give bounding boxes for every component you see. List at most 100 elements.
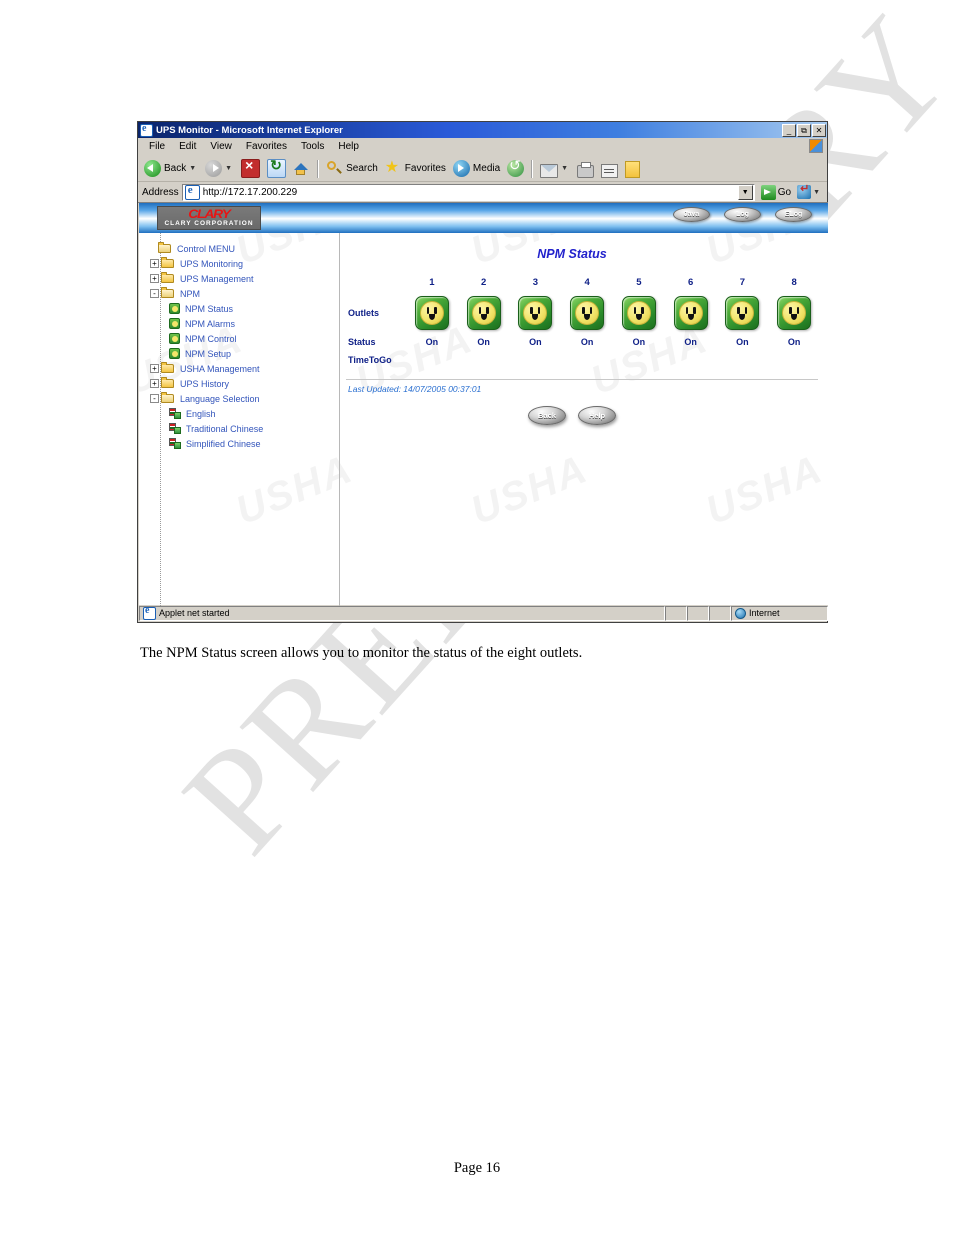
tree-item-ups-monitoring[interactable]: + UPS Monitoring [147,256,339,271]
menu-item-edit[interactable]: Edit [172,140,203,153]
back-button[interactable]: Back ▼ [141,158,201,179]
outlet-cell[interactable] [717,296,769,330]
go-arrow-icon [760,184,776,200]
go-button[interactable]: Go [758,184,794,200]
tree-item-label: Traditional Chinese [186,423,264,434]
mail-dropdown-icon[interactable]: ▼ [561,165,568,172]
restore-button[interactable]: ⧉ [797,123,811,137]
outlet-status-value: On [632,337,646,347]
outlet-cell[interactable] [768,296,820,330]
media-button[interactable]: Media [450,158,503,179]
tree-item-npm-status[interactable]: NPM Status [147,301,339,316]
status-message: Applet net started [159,608,230,618]
outlet-icon [518,296,553,330]
npm-status-panel: NPM Status 1 2 3 4 5 6 7 8 Outlets Statu… [340,233,828,606]
tree-collapse-icon[interactable]: - [150,394,159,403]
menu-item-view[interactable]: View [203,140,239,153]
folder-icon [161,377,175,389]
back-dropdown-icon[interactable]: ▼ [189,165,196,172]
outlet-status-value: On [425,337,439,347]
tree-item-label: UPS History [180,378,230,389]
folder-icon [161,257,175,269]
outlet-cell[interactable] [561,296,613,330]
print-button[interactable] [574,160,597,178]
elog-button[interactable]: ELog [775,207,812,222]
site-banner: CLARY CLARY CORPORATION Java Log ELog [139,203,828,233]
history-icon [507,157,525,177]
outlet-slot-right [796,307,800,314]
tree-item-usha-management[interactable]: + USHA Management [147,361,339,376]
back-page-button[interactable]: Back [528,406,566,425]
outlet-status-value: On [736,337,749,347]
tree-item-ups-history[interactable]: + UPS History [147,376,339,391]
notes-button[interactable] [622,158,643,179]
tree-item-npm-control[interactable]: NPM Control [147,331,339,346]
menu-item-help[interactable]: Help [331,140,366,153]
outlet-ground-hole [480,314,487,320]
folder-open-icon [161,392,175,404]
links-button[interactable]: ▼ [797,182,825,199]
outlet-face [626,301,651,325]
page-body: Control MENU + UPS Monitoring + UPS Mana… [139,233,828,606]
tree-expand-icon[interactable]: + [150,274,159,283]
menu-item-tools[interactable]: Tools [294,140,331,153]
flag-icon [169,438,181,449]
outlet-face [782,301,807,325]
menu-item-file[interactable]: File [142,140,172,153]
tree-item-ups-management[interactable]: + UPS Management [147,271,339,286]
forward-button[interactable]: ▼ [202,158,237,179]
tree-item-npm[interactable]: - NPM [147,286,339,301]
stop-button[interactable] [238,157,263,180]
outlet-cell[interactable] [406,296,458,330]
outlet-cell[interactable] [613,296,665,330]
tree-item-language-selection[interactable]: - Language Selection [147,391,339,406]
outlet-ground-hole [739,314,746,320]
outlet-cell[interactable] [458,296,510,330]
outlet-status-table: 1 2 3 4 5 6 7 8 Outlets Status On On On … [340,277,828,367]
help-button[interactable]: Help [578,406,616,425]
edit-page-icon [601,163,619,178]
history-button[interactable] [504,157,527,179]
flag-icon [169,423,181,434]
outlet-timetogo-value [458,347,510,367]
outlet-icon [414,296,449,330]
tree-expand-icon[interactable]: + [150,379,159,388]
home-button[interactable] [290,158,313,179]
forward-dropdown-icon[interactable]: ▼ [225,165,232,172]
outlet-cell[interactable] [510,296,562,330]
security-zone-pane[interactable]: Internet [731,605,828,621]
back-button-label: Back [164,163,187,174]
mail-button[interactable]: ▼ [537,160,573,178]
outlet-cell[interactable] [665,296,717,330]
back-arrow-icon [144,160,161,177]
menu-item-favorites[interactable]: Favorites [239,140,294,153]
edit-button[interactable] [598,160,621,178]
search-button[interactable]: Search [323,158,381,179]
tree-collapse-icon[interactable]: - [150,289,159,298]
status-row-label: Status [348,337,376,347]
close-button[interactable]: ✕ [812,123,826,137]
outlet-face [523,301,548,325]
tree-item-npm-alarms[interactable]: NPM Alarms [147,316,339,331]
java-button[interactable]: Java [673,207,710,222]
tree-expand-icon[interactable]: + [150,259,159,268]
tree-expand-icon[interactable]: + [150,364,159,373]
tree-item-label: Control MENU [177,243,236,254]
tree-item-simplified-chinese[interactable]: Simplified Chinese [147,436,339,451]
address-input[interactable]: http://172.17.200.229 ▼ [181,183,755,201]
outlet-icon [169,303,180,314]
window-title: UPS Monitor - Microsoft Internet Explore… [156,124,343,136]
outlet-timetogo-value [561,347,613,367]
outlet-slot-left [426,307,430,314]
tree-item-traditional-chinese[interactable]: Traditional Chinese [147,421,339,436]
links-dropdown-icon[interactable]: ▼ [813,189,820,196]
address-dropdown-icon[interactable]: ▼ [737,184,753,200]
minimize-button[interactable]: _ [782,123,796,137]
clary-logo-main: CLARY [188,207,231,221]
log-button[interactable]: Log [724,207,761,222]
tree-item-control-menu[interactable]: Control MENU [147,241,339,256]
favorites-button[interactable]: Favorites [382,157,449,179]
tree-item-npm-setup[interactable]: NPM Setup [147,346,339,361]
tree-item-english[interactable]: English [147,406,339,421]
refresh-button[interactable] [264,157,289,180]
